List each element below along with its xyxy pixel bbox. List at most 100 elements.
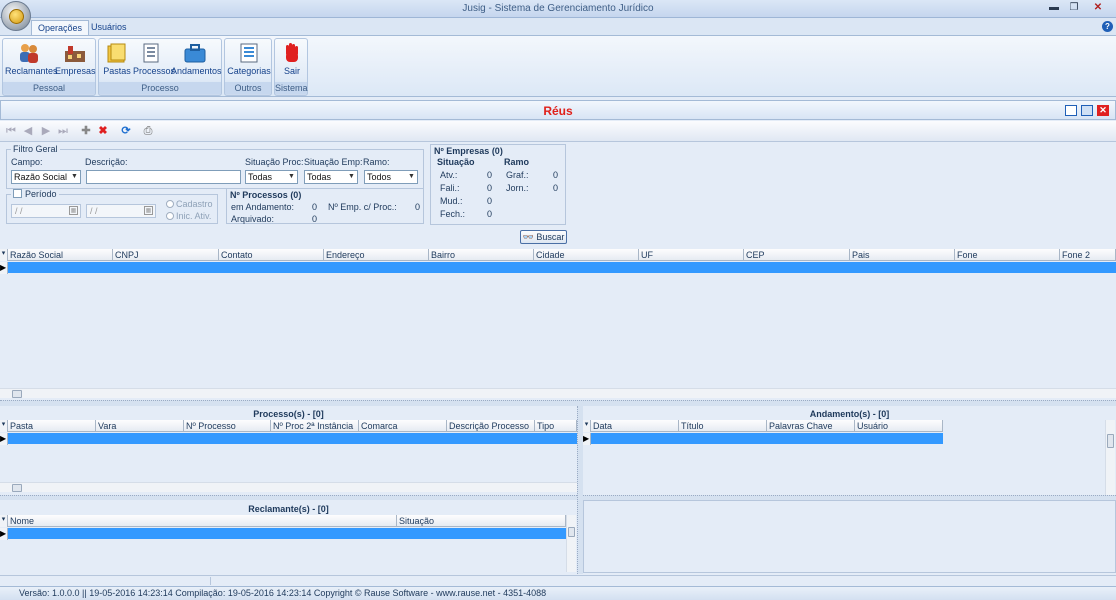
andamentos-vscrollbar[interactable]: [1105, 420, 1115, 495]
print-icon[interactable]: ⎙: [142, 125, 154, 137]
processos-hscrollbar[interactable]: [0, 482, 577, 492]
table-row[interactable]: [8, 262, 1116, 273]
close-form-icon[interactable]: ✕: [1097, 105, 1109, 116]
filter-group: Filtro Geral Campo: Razão Social ▼ Descri…: [6, 144, 424, 189]
app-logo-icon: [9, 9, 24, 24]
periodo-group: Período / / ▦ / / ▦ Cadastro Inic. Ativ.: [6, 189, 218, 224]
last-record-icon[interactable]: ⏭: [57, 125, 69, 137]
campo-select[interactable]: Razão Social ▼: [11, 170, 81, 184]
col-n-proc-2-instancia[interactable]: Nº Proc 2ª Instância: [271, 420, 359, 432]
andamentos-title: Andamento(s) - [0]: [809, 409, 890, 419]
chevron-down-icon: ▼: [71, 173, 78, 180]
scroll-thumb[interactable]: [568, 527, 575, 537]
ribbon-tab-row: Operações Usuários ?: [0, 18, 1116, 35]
andamentos-button[interactable]: Andamentos: [171, 41, 222, 77]
col-bairro[interactable]: Bairro: [429, 249, 534, 261]
scroll-thumb[interactable]: [12, 390, 22, 398]
col-situacao[interactable]: Situação: [397, 515, 566, 527]
categorias-button[interactable]: Categorias: [227, 41, 271, 77]
briefcase-icon: [183, 42, 207, 64]
factory-icon: [63, 42, 87, 64]
col-uf[interactable]: UF: [639, 249, 744, 261]
minimize-button[interactable]: ▬: [1044, 1, 1064, 15]
close-window-button[interactable]: ✕: [1088, 1, 1108, 15]
jorn-value: 0: [553, 183, 559, 193]
col-fone[interactable]: Fone: [955, 249, 1060, 261]
tile-icon[interactable]: [1065, 105, 1077, 116]
col-razao-social[interactable]: Razão Social: [8, 249, 113, 261]
col-palavras-chave[interactable]: Palavras Chave: [767, 420, 855, 432]
ramo-select[interactable]: Todos ▼: [364, 170, 418, 184]
reclamantes-button[interactable]: Reclamantes: [5, 41, 58, 77]
header-indicator: ▾: [0, 249, 8, 261]
tab-usuarios[interactable]: Usuários: [85, 20, 133, 35]
radio-cadastro[interactable]: Cadastro: [166, 199, 213, 209]
delete-record-icon[interactable]: ✖: [97, 125, 109, 137]
date-start-input[interactable]: / / ▦: [11, 204, 81, 218]
col-cep[interactable]: CEP: [744, 249, 850, 261]
chevron-down-icon: ▼: [408, 173, 415, 180]
col-descricao-processo[interactable]: Descrição Processo: [447, 420, 535, 432]
situacao-proc-select[interactable]: Todas ▼: [245, 170, 298, 184]
help-icon[interactable]: ?: [1102, 21, 1113, 32]
nprocessos-title: Nº Processos (0): [230, 190, 302, 200]
calendar-icon[interactable]: ▦: [144, 206, 153, 215]
header-indicator: ▾: [0, 515, 8, 527]
col-vara[interactable]: Vara: [96, 420, 184, 432]
add-record-icon[interactable]: ✚: [80, 125, 92, 137]
scroll-thumb[interactable]: [12, 484, 22, 492]
sair-button[interactable]: Sair: [277, 41, 307, 77]
radio-inic-ativ[interactable]: Inic. Ativ.: [166, 211, 211, 221]
date-end-input[interactable]: / / ▦: [86, 204, 156, 218]
col-usuario[interactable]: Usuário: [855, 420, 943, 432]
table-row[interactable]: [591, 433, 943, 444]
cascade-icon[interactable]: [1081, 105, 1093, 116]
col-comarca[interactable]: Comarca: [359, 420, 447, 432]
prev-record-icon[interactable]: ◀: [22, 125, 34, 137]
reclamantes-vscrollbar[interactable]: [566, 515, 576, 572]
periodo-legend[interactable]: Período: [11, 189, 59, 199]
table-row[interactable]: [8, 433, 577, 444]
col-endereco[interactable]: Endereço: [324, 249, 429, 261]
current-row-indicator: ▶: [0, 433, 8, 445]
main-hscrollbar[interactable]: [0, 388, 1116, 398]
col-titulo[interactable]: Título: [679, 420, 767, 432]
buscar-button[interactable]: 👓 Buscar: [520, 230, 567, 244]
col-n-processo[interactable]: Nº Processo: [184, 420, 271, 432]
periodo-checkbox[interactable]: [13, 189, 22, 198]
empresas-label: Empresas: [55, 66, 96, 76]
empresas-button[interactable]: Empresas: [55, 41, 96, 77]
col-tipo[interactable]: Tipo: [535, 420, 577, 432]
col-fone2[interactable]: Fone 2: [1060, 249, 1116, 261]
processos-button[interactable]: Processos: [133, 41, 175, 77]
next-record-icon[interactable]: ▶: [40, 125, 52, 137]
col-cidade[interactable]: Cidade: [534, 249, 639, 261]
radio-icon: [166, 212, 174, 220]
table-row[interactable]: [8, 528, 566, 539]
calendar-icon[interactable]: ▦: [69, 206, 78, 215]
categorias-label: Categorias: [227, 66, 271, 76]
tab-operacoes[interactable]: Operações: [31, 20, 90, 35]
col-pasta[interactable]: Pasta: [8, 420, 96, 432]
col-pais[interactable]: Pais: [850, 249, 955, 261]
restore-button[interactable]: ❐: [1064, 1, 1084, 15]
pastas-label: Pastas: [103, 66, 131, 76]
scroll-thumb[interactable]: [1107, 434, 1114, 448]
refresh-icon[interactable]: ⟳: [120, 125, 132, 137]
descricao-input[interactable]: [86, 170, 241, 184]
app-menu-button[interactable]: [1, 1, 31, 31]
lower-scroll-track[interactable]: [210, 577, 1116, 585]
people-icon: [17, 42, 41, 64]
pastas-button[interactable]: Pastas: [102, 41, 132, 77]
horizontal-splitter[interactable]: [0, 400, 1116, 406]
col-cnpj[interactable]: CNPJ: [113, 249, 219, 261]
first-record-icon[interactable]: ⏮: [5, 125, 17, 137]
col-contato[interactable]: Contato: [219, 249, 324, 261]
col-nome[interactable]: Nome: [8, 515, 397, 527]
header-indicator: ▾: [583, 420, 591, 432]
processos-splitter[interactable]: [0, 495, 577, 500]
reclamantes-grid: ▾ Nome Situação ▶: [0, 515, 577, 572]
col-data[interactable]: Data: [591, 420, 679, 432]
form-title: Réus: [543, 104, 573, 118]
situacao-emp-select[interactable]: Todas ▼: [304, 170, 358, 184]
